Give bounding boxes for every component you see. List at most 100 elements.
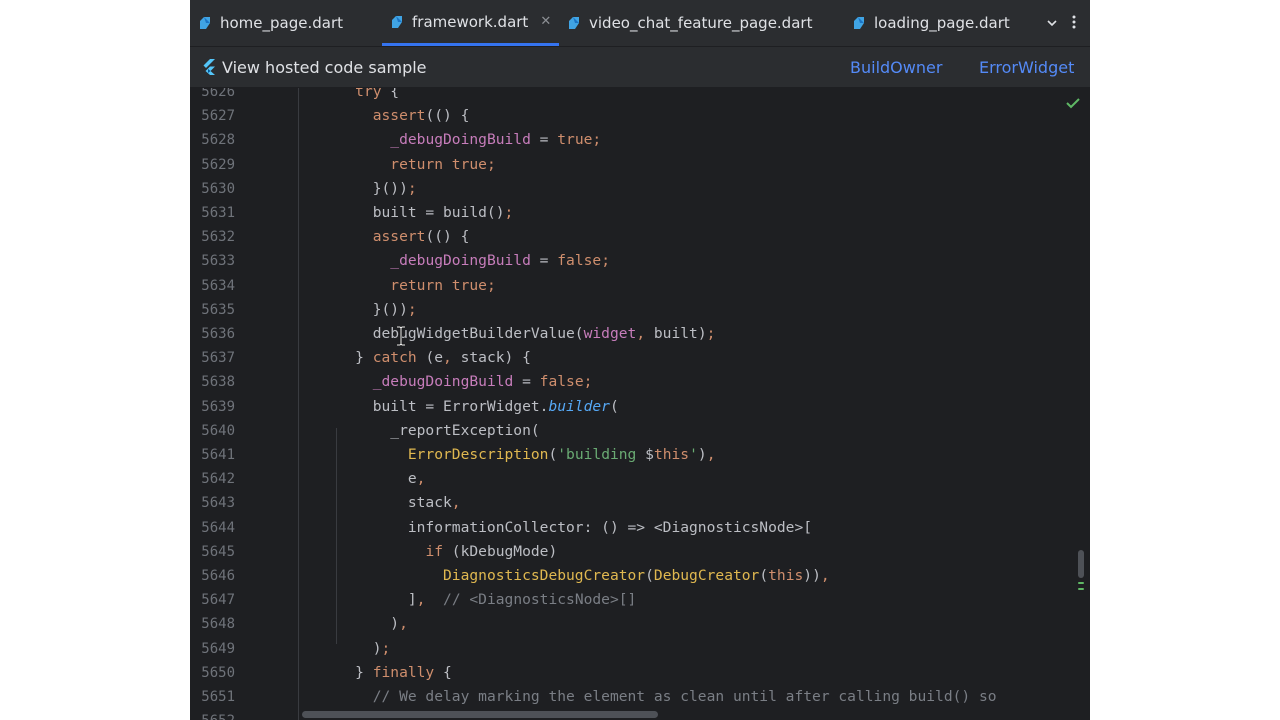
more-vertical-icon[interactable] <box>1072 14 1076 33</box>
line-number: 5636 <box>201 326 235 342</box>
code-line[interactable]: 5639 built = ErrorWidget.builder( <box>190 395 1090 419</box>
line-code: assert(() { <box>372 228 470 246</box>
line-number: 5628 <box>201 132 235 149</box>
flutter-icon <box>202 59 216 75</box>
code-line[interactable]: 5650 } finally { <box>190 661 1090 685</box>
code-line[interactable]: 5629 return true; <box>190 153 1090 177</box>
code-line[interactable]: 5648 ), <box>190 612 1090 636</box>
line-code: try { <box>355 88 400 100</box>
line-code: ErrorDescription('building $this'), <box>407 446 716 463</box>
code-line[interactable]: 5646 DiagnosticsDebugCreator(DebugCreato… <box>190 564 1090 588</box>
line-number: 5626 <box>201 88 235 100</box>
vertical-scrollbar[interactable] <box>1078 550 1084 578</box>
code-line[interactable]: 5645 if (kDebugMode) <box>190 540 1090 564</box>
code-line[interactable]: 5634 return true; <box>190 274 1090 298</box>
code-line[interactable]: 5631 built = build(); <box>190 201 1090 225</box>
line-number: 5629 <box>201 156 235 173</box>
line-number: 5638 <box>201 374 235 391</box>
errorwidget-link[interactable]: ErrorWidget <box>979 47 1074 87</box>
line-code: built = build(); <box>320 204 514 221</box>
code-line[interactable]: 5649 ); <box>190 637 1090 661</box>
code-line[interactable]: 5633 _debugDoingBuild = false; <box>190 249 1090 273</box>
line-number: 5647 <box>201 592 235 609</box>
line-code: }()); <box>320 179 417 197</box>
tab-label: loading_page.dart <box>874 14 1010 32</box>
line-code: DiagnosticsDebugCreator(DebugCreator(thi… <box>443 567 830 584</box>
code-line[interactable]: 5644 informationCollector: () => <Diagno… <box>190 516 1090 540</box>
dart-file-icon <box>852 16 866 30</box>
tab-framework[interactable]: framework.dart ✕ <box>382 0 560 46</box>
code-editor[interactable]: 5626 try {5627 assert(() {5628 _debugDoi… <box>190 88 1090 720</box>
tab-label: video_chat_feature_page.dart <box>589 14 813 32</box>
line-number: 5633 <box>201 253 235 270</box>
dart-file-icon <box>198 16 212 30</box>
code-line[interactable]: 5651 // We delay marking the element as … <box>190 685 1090 709</box>
line-number: 5631 <box>201 205 235 221</box>
tab-loading-page[interactable]: loading_page.dart <box>852 0 1010 46</box>
line-number: 5651 <box>201 689 235 705</box>
check-icon <box>1066 96 1080 113</box>
code-line[interactable]: 5636 debugWidgetBuilderValue(widget, bui… <box>190 322 1090 346</box>
line-number: 5635 <box>201 301 235 318</box>
line-number: 5632 <box>201 229 235 246</box>
line-code: debugWidgetBuilderValue(widget, built); <box>320 325 716 342</box>
change-marker <box>1078 582 1084 584</box>
buildowner-link[interactable]: BuildOwner <box>850 47 942 87</box>
code-line[interactable]: 5637 } catch (e, stack) { <box>190 346 1090 370</box>
line-number: 5630 <box>201 180 235 197</box>
line-number: 5637 <box>201 350 235 367</box>
view-hosted-code-sample-link[interactable]: View hosted code sample <box>202 58 427 77</box>
line-code: informationCollector: () => <Diagnostics… <box>320 518 813 536</box>
line-code: _debugDoingBuild = true; <box>390 131 602 149</box>
line-number: 5627 <box>201 108 235 125</box>
code-line[interactable]: 5632 assert(() { <box>190 225 1090 249</box>
line-code: stack, <box>320 494 461 512</box>
line-number: 5649 <box>201 640 235 657</box>
line-number: 5634 <box>201 277 235 294</box>
line-number: 5648 <box>201 616 235 633</box>
line-code: _reportException( <box>320 421 540 439</box>
code-line[interactable]: 5647 ], // <DiagnosticsNode>[] <box>190 588 1090 612</box>
line-code: assert(() { <box>372 107 470 125</box>
line-code: ), <box>320 615 408 633</box>
code-line[interactable]: 5638 _debugDoingBuild = false; <box>190 370 1090 394</box>
code-line[interactable]: 5627 assert(() { <box>190 104 1090 128</box>
code-sample-infobar: View hosted code sample BuildOwner Error… <box>190 47 1090 88</box>
line-code: }()); <box>320 300 417 318</box>
tab-actions <box>1046 0 1076 46</box>
line-number: 5640 <box>201 422 235 439</box>
line-code: return true; <box>390 155 496 173</box>
ide-window: home_page.dart framework.dart ✕ video_ch… <box>190 0 1090 720</box>
line-number: 5643 <box>201 495 235 512</box>
dart-file-icon <box>390 15 404 29</box>
tab-video-chat-feature-page[interactable]: video_chat_feature_page.dart <box>567 0 812 46</box>
dart-file-icon <box>567 16 581 30</box>
line-code: _debugDoingBuild = false; <box>372 373 593 391</box>
horizontal-scrollbar[interactable] <box>302 711 658 718</box>
code-line[interactable]: 5628 _debugDoingBuild = true; <box>190 128 1090 152</box>
tab-label: framework.dart <box>412 12 529 31</box>
line-number: 5646 <box>201 568 235 584</box>
code-line[interactable]: 5626 try { <box>190 88 1090 104</box>
code-line[interactable]: 5635 }()); <box>190 298 1090 322</box>
line-code: if (kDebugMode) <box>425 542 558 560</box>
code-line[interactable]: 5642 e, <box>190 467 1090 491</box>
line-number: 5639 <box>201 398 235 415</box>
code-line[interactable]: 5630 }()); <box>190 177 1090 201</box>
line-code: ); <box>320 639 391 657</box>
line-code: built = ErrorWidget.builder( <box>320 397 619 415</box>
tab-label: home_page.dart <box>220 14 344 32</box>
code-line[interactable]: 5641 ErrorDescription('building $this'), <box>190 443 1090 467</box>
editor-tab-bar: home_page.dart framework.dart ✕ video_ch… <box>190 0 1090 47</box>
line-code: return true; <box>390 276 496 294</box>
change-marker <box>1078 588 1084 590</box>
line-code: _debugDoingBuild = false; <box>390 252 610 270</box>
chevron-down-icon[interactable] <box>1046 14 1058 33</box>
code-line[interactable]: 5640 _reportException( <box>190 419 1090 443</box>
line-code: ], // <DiagnosticsNode>[] <box>320 591 637 609</box>
close-icon[interactable]: ✕ <box>540 14 551 29</box>
code-line[interactable]: 5643 stack, <box>190 491 1090 515</box>
line-code: // We delay marking the element as clean… <box>372 688 997 705</box>
tab-home-page[interactable]: home_page.dart <box>198 0 343 46</box>
line-number: 5650 <box>201 664 235 681</box>
